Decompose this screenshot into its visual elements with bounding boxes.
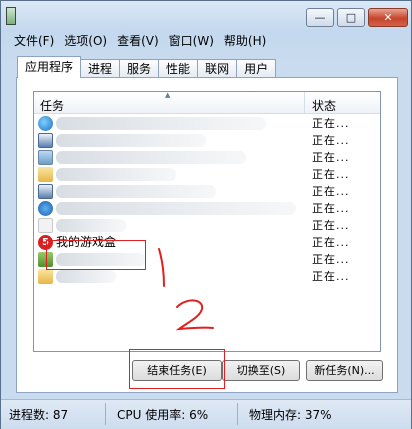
tab-applications[interactable]: 应用程序 <box>17 56 82 78</box>
task-manager-app-icon <box>6 7 16 25</box>
maximize-button[interactable]: □ <box>337 8 365 27</box>
blurred-task-name <box>56 134 206 147</box>
new-task-button[interactable]: 新任务(N)... <box>306 360 383 381</box>
task-row[interactable]: 正在... <box>34 183 380 200</box>
blurred-task-name <box>56 185 216 198</box>
task-row[interactable]: 正在... <box>34 200 380 217</box>
task-rows: 正在... 正在... 正在... 正在... 正在... 正在... 正在..… <box>34 115 380 285</box>
task-row[interactable]: 正在... <box>34 251 380 268</box>
blurred-task-name <box>56 151 246 164</box>
status-bar: 进程数: 87 CPU 使用率: 6% 物理内存: 37% <box>1 399 411 429</box>
task-list[interactable]: ▲ 任务 状态 正在... 正在... 正在... 正在... 正在... 正在… <box>33 91 381 352</box>
task-row[interactable]: 正在... <box>34 132 380 149</box>
column-header-task[interactable]: ▲ 任务 <box>34 92 305 114</box>
task-list-header: ▲ 任务 状态 <box>34 92 380 114</box>
task-row[interactable]: 正在... <box>34 166 380 183</box>
task-row[interactable]: 正在... <box>34 149 380 166</box>
window-icon <box>38 184 53 199</box>
menu-help[interactable]: 帮助(H) <box>219 31 271 51</box>
menu-view[interactable]: 查看(V) <box>112 31 164 51</box>
menu-bar: 文件(F) 选项(O) 查看(V) 窗口(W) 帮助(H) <box>9 31 405 51</box>
window-icon <box>38 133 53 148</box>
memory-usage: 物理内存: 37% <box>249 408 332 422</box>
process-count: 进程数: 87 <box>9 408 69 422</box>
end-task-button[interactable]: 结束任务(E) <box>132 360 222 381</box>
tab-networking[interactable]: 联网 <box>197 59 238 78</box>
minimize-button[interactable]: — <box>306 8 334 27</box>
tab-performance[interactable]: 性能 <box>158 59 199 78</box>
folder-icon <box>38 167 53 182</box>
menu-options[interactable]: 选项(O) <box>59 31 112 51</box>
title-bar[interactable]: — □ ✕ <box>1 1 411 31</box>
task-row[interactable]: 正在... <box>34 268 380 285</box>
blurred-task-name <box>56 270 116 283</box>
game-box-icon: 5 <box>38 235 53 250</box>
blurred-task-name <box>56 253 146 266</box>
folder-icon <box>38 269 53 284</box>
task-manager-window: — □ ✕ 文件(F) 选项(O) 查看(V) 窗口(W) 帮助(H) 应用程序… <box>0 0 412 429</box>
blurred-task-name <box>56 219 126 232</box>
task-row[interactable]: 正在... <box>34 217 380 234</box>
close-button[interactable]: ✕ <box>368 8 408 27</box>
task-row-game-box[interactable]: 5 我的游戏盒 正在... <box>34 234 380 251</box>
status-divider <box>105 403 106 425</box>
blurred-task-name <box>56 202 296 215</box>
switch-to-button[interactable]: 切换至(S) <box>222 360 300 381</box>
app-icon <box>38 252 53 267</box>
sort-ascending-icon: ▲ <box>165 91 171 99</box>
menu-window[interactable]: 窗口(W) <box>164 31 219 51</box>
column-header-status[interactable]: 状态 <box>306 92 380 114</box>
tab-services[interactable]: 服务 <box>119 59 160 78</box>
applications-panel: ▲ 任务 状态 正在... 正在... 正在... 正在... 正在... 正在… <box>16 77 398 393</box>
task-row[interactable]: 正在... <box>34 115 380 132</box>
tab-strip: 应用程序 进程 服务 性能 联网 用户 <box>17 56 277 78</box>
tab-users[interactable]: 用户 <box>236 59 277 78</box>
picture-icon <box>38 150 53 165</box>
task-name: 我的游戏盒 <box>56 235 117 249</box>
tab-processes[interactable]: 进程 <box>80 59 121 78</box>
status-divider <box>237 403 238 425</box>
cpu-usage: CPU 使用率: 6% <box>117 408 209 422</box>
blurred-task-name <box>56 117 266 130</box>
ie-icon <box>38 116 53 131</box>
blurred-task-name <box>56 168 176 181</box>
blank-window-icon <box>38 218 53 233</box>
menu-file[interactable]: 文件(F) <box>9 31 59 51</box>
ie-icon <box>38 201 53 216</box>
